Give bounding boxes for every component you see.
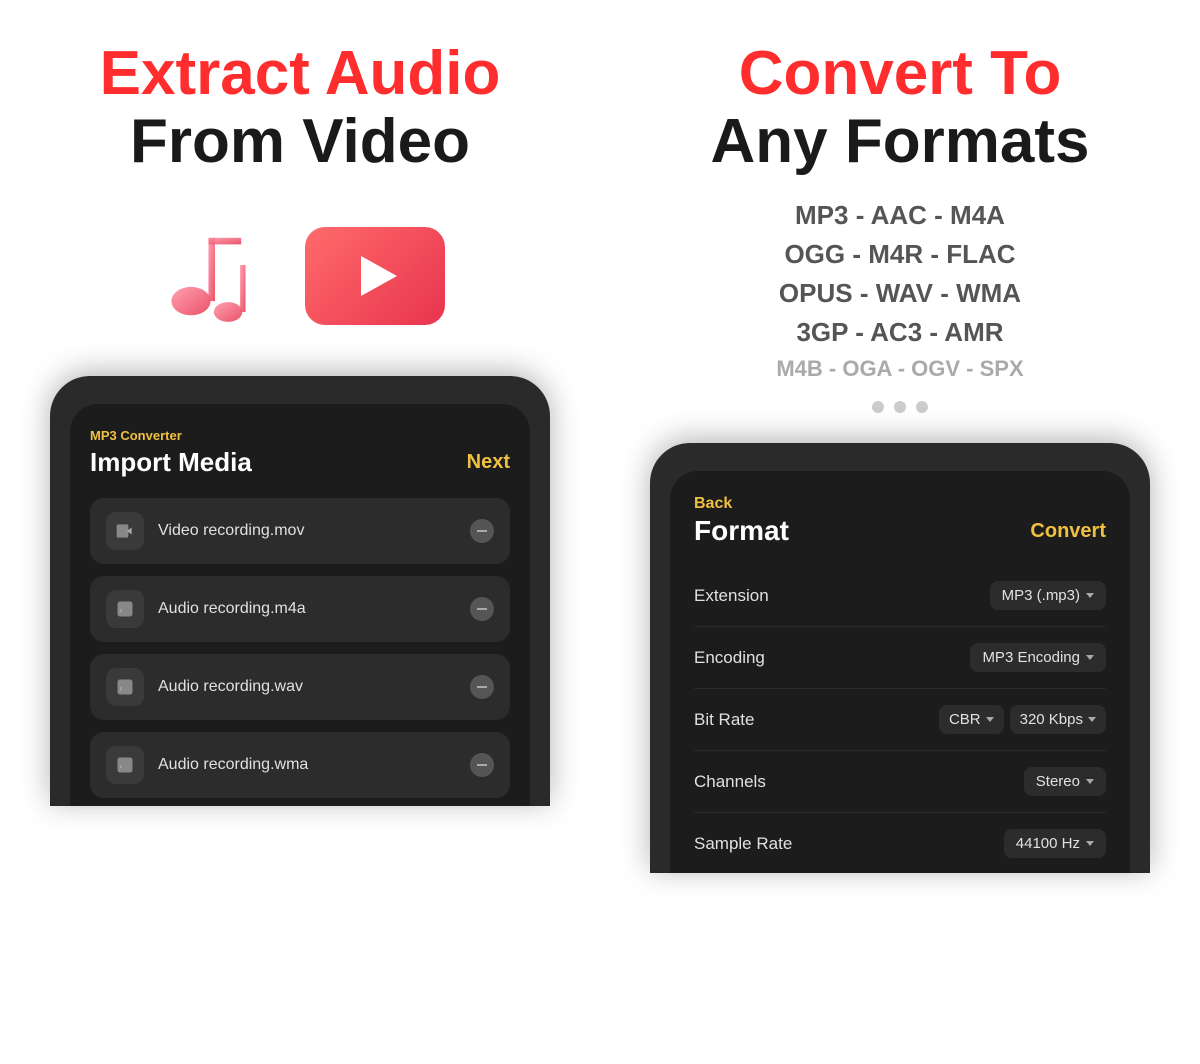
file-name-wma: Audio recording.wma bbox=[158, 756, 456, 774]
play-triangle bbox=[361, 256, 397, 296]
left-panel: Extract Audio From Video bbox=[0, 0, 600, 1064]
remove-wav-button[interactable] bbox=[470, 675, 494, 699]
channels-label: Channels bbox=[694, 772, 766, 792]
bitrate-label: Bit Rate bbox=[694, 710, 754, 730]
encoding-setting: Encoding MP3 Encoding bbox=[694, 627, 1106, 689]
samplerate-chevron-icon bbox=[1086, 841, 1094, 846]
bitrate-cbr-text: CBR bbox=[949, 711, 981, 728]
dots-indicator bbox=[872, 401, 928, 413]
file-item-video: Video recording.mov bbox=[90, 498, 510, 564]
left-headline: Extract Audio From Video bbox=[100, 40, 501, 176]
file-name-video: Video recording.mov bbox=[158, 522, 456, 540]
remove-m4a-button[interactable] bbox=[470, 597, 494, 621]
convert-button[interactable]: Convert bbox=[1030, 520, 1106, 543]
samplerate-setting: Sample Rate 44100 Hz bbox=[694, 813, 1106, 873]
dot-2 bbox=[894, 401, 906, 413]
encoding-value[interactable]: MP3 Encoding bbox=[970, 643, 1106, 672]
phone-inner-left: MP3 Converter Import Media Next bbox=[70, 404, 530, 806]
left-headline-black: From Video bbox=[100, 108, 501, 176]
file-item-wma: ♪ Audio recording.wma bbox=[90, 732, 510, 798]
bitrate-kbps-chevron-icon bbox=[1088, 717, 1096, 722]
formats-row-4: 3GP - AC3 - AMR bbox=[776, 313, 1023, 352]
icons-area bbox=[155, 216, 445, 336]
extension-chevron-icon bbox=[1086, 593, 1094, 598]
file-item-wav: ♪ Audio recording.wav bbox=[90, 654, 510, 720]
bitrate-kbps-dropdown[interactable]: 320 Kbps bbox=[1010, 705, 1106, 734]
formats-row-1: MP3 - AAC - M4A bbox=[776, 196, 1023, 235]
encoding-label: Encoding bbox=[694, 648, 765, 668]
right-headline-red: Convert To bbox=[711, 40, 1090, 108]
left-headline-red: Extract Audio bbox=[100, 40, 501, 108]
formats-row-3: OPUS - WAV - WMA bbox=[776, 274, 1023, 313]
extension-label: Extension bbox=[694, 586, 769, 606]
format-title-row: Format Convert bbox=[694, 515, 1106, 547]
youtube-play-icon bbox=[305, 227, 445, 325]
file-name-m4a: Audio recording.m4a bbox=[158, 600, 456, 618]
title-row: Import Media Next bbox=[90, 447, 510, 478]
right-headline: Convert To Any Formats bbox=[711, 40, 1090, 176]
phone-mockup-right: Back Format Convert Extension MP3 (.mp3) bbox=[650, 443, 1150, 873]
formats-row-5: M4B - OGA - OGV - SPX bbox=[776, 352, 1023, 385]
file-item-m4a: ♪ Audio recording.m4a bbox=[90, 576, 510, 642]
extension-dropdown-text: MP3 (.mp3) bbox=[1002, 587, 1080, 604]
channels-setting: Channels Stereo bbox=[694, 751, 1106, 813]
channels-dropdown[interactable]: Stereo bbox=[1024, 767, 1106, 796]
bitrate-cbr-chevron-icon bbox=[986, 717, 994, 722]
back-button[interactable]: Back bbox=[694, 495, 1106, 513]
app-label: MP3 Converter bbox=[90, 428, 510, 443]
svg-text:♪: ♪ bbox=[119, 686, 122, 693]
encoding-chevron-icon bbox=[1086, 655, 1094, 660]
bitrate-value: CBR 320 Kbps bbox=[939, 705, 1106, 734]
svg-text:♪: ♪ bbox=[119, 608, 122, 615]
samplerate-dropdown-text: 44100 Hz bbox=[1016, 835, 1080, 852]
right-panel: Convert To Any Formats MP3 - AAC - M4A O… bbox=[600, 0, 1200, 1064]
extension-setting: Extension MP3 (.mp3) bbox=[694, 565, 1106, 627]
right-headline-black: Any Formats bbox=[711, 108, 1090, 176]
encoding-dropdown-text: MP3 Encoding bbox=[982, 649, 1080, 666]
channels-value[interactable]: Stereo bbox=[1024, 767, 1106, 796]
formats-list: MP3 - AAC - M4A OGG - M4R - FLAC OPUS - … bbox=[776, 196, 1023, 385]
bitrate-kbps-text: 320 Kbps bbox=[1020, 711, 1083, 728]
phone-header-right: Back Format Convert bbox=[694, 495, 1106, 547]
file-name-wav: Audio recording.wav bbox=[158, 678, 456, 696]
next-button[interactable]: Next bbox=[467, 451, 510, 474]
extension-value[interactable]: MP3 (.mp3) bbox=[990, 581, 1106, 610]
file-list: Video recording.mov ♪ Audio recording.m4… bbox=[90, 498, 510, 798]
encoding-dropdown[interactable]: MP3 Encoding bbox=[970, 643, 1106, 672]
audio-wav-icon: ♪ bbox=[106, 668, 144, 706]
phone-title: Import Media bbox=[90, 447, 252, 478]
extension-dropdown[interactable]: MP3 (.mp3) bbox=[990, 581, 1106, 610]
video-file-icon bbox=[106, 512, 144, 550]
channels-chevron-icon bbox=[1086, 779, 1094, 784]
channels-dropdown-text: Stereo bbox=[1036, 773, 1080, 790]
audio-wma-icon: ♪ bbox=[106, 746, 144, 784]
remove-wma-button[interactable] bbox=[470, 753, 494, 777]
dot-3 bbox=[916, 401, 928, 413]
formats-row-2: OGG - M4R - FLAC bbox=[776, 235, 1023, 274]
samplerate-label: Sample Rate bbox=[694, 834, 792, 854]
format-title: Format bbox=[694, 515, 789, 547]
bitrate-setting: Bit Rate CBR 320 Kbps bbox=[694, 689, 1106, 751]
audio-m4a-icon: ♪ bbox=[106, 590, 144, 628]
samplerate-dropdown[interactable]: 44100 Hz bbox=[1004, 829, 1106, 858]
settings-list: Extension MP3 (.mp3) Encoding bbox=[694, 565, 1106, 873]
phone-header-left: MP3 Converter Import Media Next bbox=[90, 428, 510, 478]
remove-video-button[interactable] bbox=[470, 519, 494, 543]
dot-1 bbox=[872, 401, 884, 413]
bitrate-cbr-dropdown[interactable]: CBR bbox=[939, 705, 1004, 734]
phone-mockup-left: MP3 Converter Import Media Next bbox=[50, 376, 550, 806]
samplerate-value[interactable]: 44100 Hz bbox=[1004, 829, 1106, 858]
music-note-icon bbox=[155, 216, 275, 336]
phone-inner-right: Back Format Convert Extension MP3 (.mp3) bbox=[670, 471, 1130, 873]
svg-text:♪: ♪ bbox=[119, 764, 122, 771]
